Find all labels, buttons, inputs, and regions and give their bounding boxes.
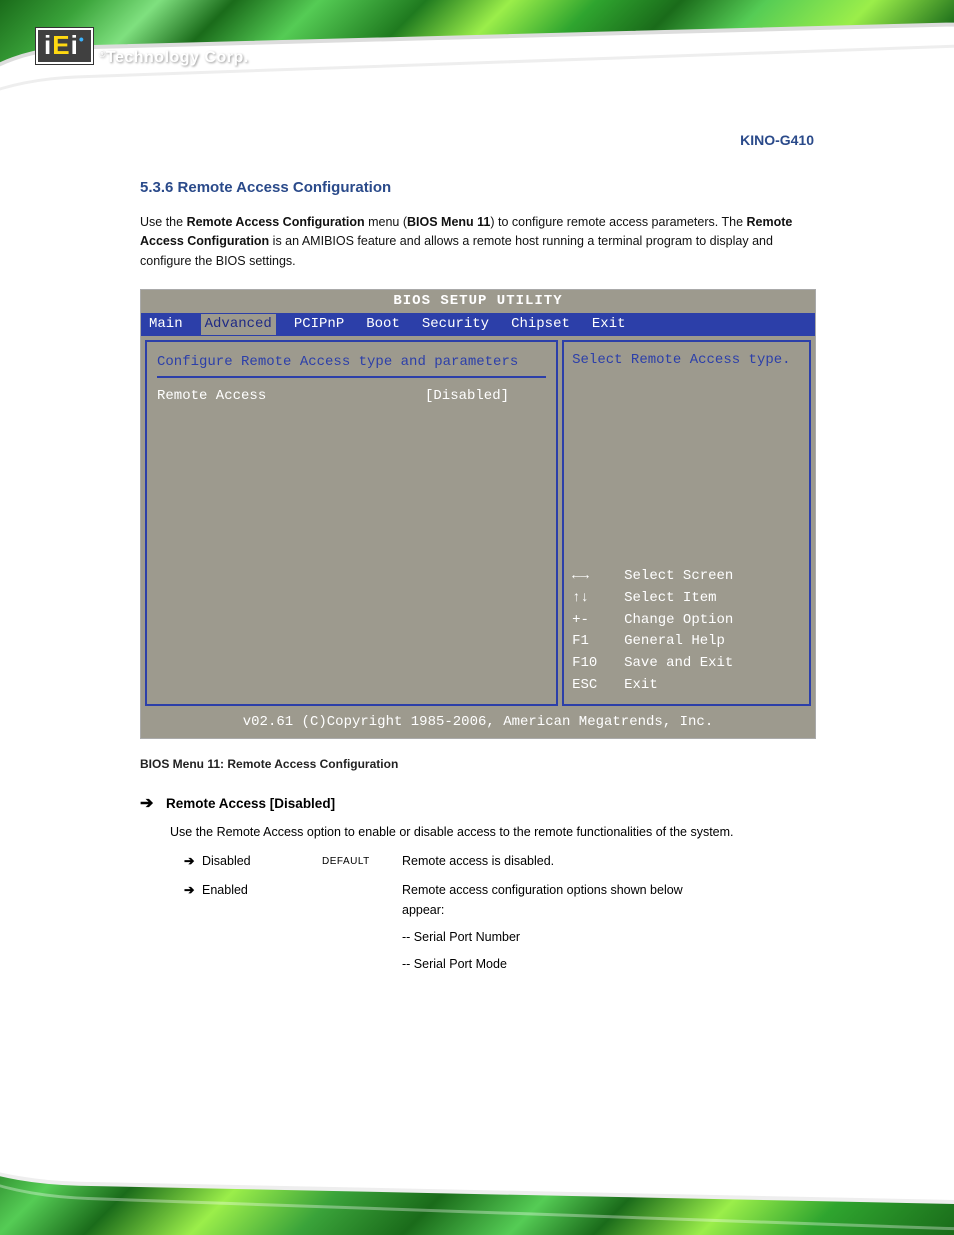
bios-key: ESC [572,675,624,697]
option-value-sub1: -- Serial Port Number [402,928,814,947]
intro-text-3: ) to configure remote access parameters.… [490,215,746,229]
bios-menu-advanced: Advanced [201,314,276,336]
intro-ref: BIOS Menu 11 [407,215,490,229]
bios-key: +- [572,610,624,632]
option-value-row: ➔ Enabled Remote access configuration op… [184,881,814,975]
bios-menu-boot: Boot [366,314,400,336]
bios-menu-security: Security [422,314,489,336]
bios-option-value: [Disabled] [425,386,509,408]
bios-help-text: Select Remote Access type. [572,350,801,372]
doc-title: KINO-G410 [140,130,814,152]
bios-menu-bar: Main Advanced PCIPnP Boot Security Chips… [141,313,815,337]
intro-text-1: Use the [140,215,187,229]
bios-key: F10 [572,653,624,675]
bios-key-desc: Exit [624,675,658,697]
option-desc-1: Use the [170,825,217,839]
bios-option-label: Remote Access [157,386,425,408]
option-value-row: ➔ Disabled DEFAULT Remote access is disa… [184,852,814,871]
option-value-default [322,881,402,883]
bios-right-pane: Select Remote Access type. ←→Select Scre… [562,340,811,706]
bios-key: ↑↓ [572,588,624,610]
bios-menu-exit: Exit [592,314,626,336]
footer-decor [0,1127,954,1235]
bios-key-desc: General Help [624,631,725,653]
logo-text: ®Technology Corp. [99,49,249,67]
bios-footer: v02.61 (C)Copyright 1985-2006, American … [141,710,815,738]
figure-caption: BIOS Menu 11: Remote Access Configuratio… [140,755,814,774]
bios-key-desc: Select Item [624,588,716,610]
footer-curve-2 [0,1127,954,1235]
option-desc-bold: Remote Access [217,825,304,839]
bios-left-divider [157,376,546,378]
bios-body: Configure Remote Access type and paramet… [141,336,815,710]
bios-title: BIOS SETUP UTILITY [141,290,815,313]
arrow-right-icon: ➔ [140,792,156,817]
bios-key-row: ↑↓Select Item [572,588,801,610]
bios-left-pane: Configure Remote Access type and paramet… [145,340,558,706]
logo-mark-icon: iEi• [36,28,93,64]
bios-key: ←→ [572,566,624,588]
option-value-desc-line2: appear: [402,901,814,920]
arrow-right-icon: ➔ [184,852,202,871]
bios-left-title: Configure Remote Access type and paramet… [157,352,546,374]
bios-option-row: Remote Access [Disabled] [157,386,546,408]
intro-bold-1: Remote Access Configuration [187,215,365,229]
brand-logo: iEi• ®Technology Corp. [36,28,249,64]
bios-key-desc: Change Option [624,610,733,632]
bios-key-row: F1General Help [572,631,801,653]
option-description: Use the Remote Access option to enable o… [170,823,814,842]
bios-key-row: ESCExit [572,675,801,697]
option-name: Remote Access [Disabled] [166,794,335,815]
option-value-desc: Remote access is disabled. [402,852,814,871]
bios-key-row: ←→Select Screen [572,566,801,588]
option-value-sub2: -- Serial Port Mode [402,955,814,974]
bios-menu-main: Main [149,314,183,336]
page-content: KINO-G410 5.3.6 Remote Access Configurat… [0,112,954,1123]
option-desc-2: option to enable or disable access to th… [303,825,733,839]
header-decor: iEi• ®Technology Corp. [0,0,954,112]
bios-key-desc: Save and Exit [624,653,733,675]
bios-key: F1 [572,631,624,653]
intro-paragraph: Use the Remote Access Configuration menu… [140,213,814,271]
option-value-default: DEFAULT [322,852,402,870]
arrow-right-icon: ➔ [184,881,202,900]
option-values: ➔ Disabled DEFAULT Remote access is disa… [184,852,814,975]
bios-key-row: F10Save and Exit [572,653,801,675]
bios-key-legend: ←→Select Screen ↑↓Select Item +-Change O… [572,566,801,696]
bios-key-desc: Select Screen [624,566,733,588]
option-heading-row: ➔ Remote Access [Disabled] [140,792,814,817]
option-value-desc: Remote access configuration options show… [402,881,814,975]
bios-screenshot: BIOS SETUP UTILITY Main Advanced PCIPnP … [140,289,816,739]
section-heading: 5.3.6 Remote Access Configuration [140,176,814,199]
option-value-name: Disabled [202,852,322,871]
intro-text-2: menu ( [365,215,407,229]
option-value-desc-line1: Remote access configuration options show… [402,881,814,900]
bios-menu-chipset: Chipset [511,314,570,336]
option-value-name: Enabled [202,881,322,900]
bios-key-row: +-Change Option [572,610,801,632]
bios-menu-pcipnp: PCIPnP [294,314,344,336]
